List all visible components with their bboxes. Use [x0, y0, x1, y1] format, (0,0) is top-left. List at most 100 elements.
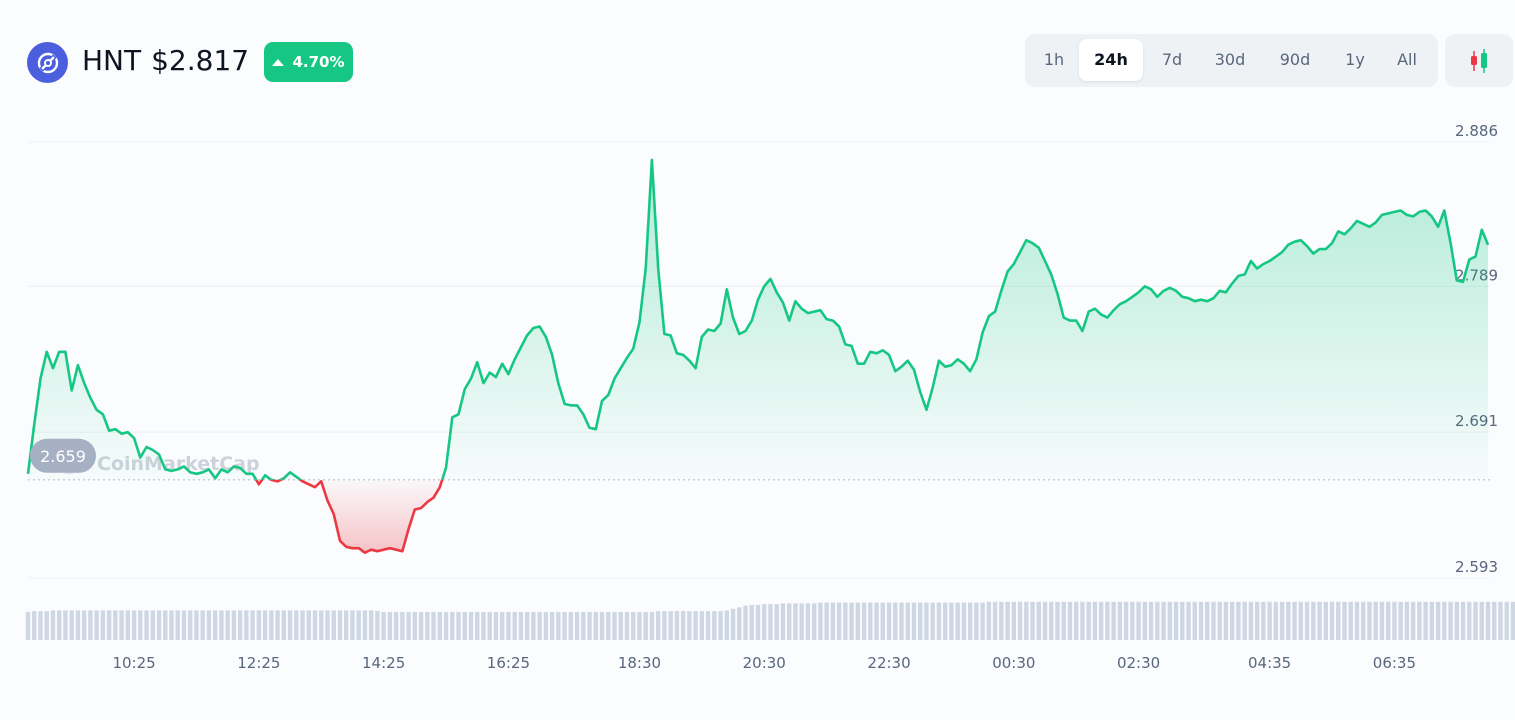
volume-bar — [593, 611, 598, 640]
volume-bar — [462, 611, 467, 640]
volume-bar — [1479, 601, 1484, 640]
volume-bar — [574, 611, 580, 640]
volume-bar — [206, 610, 212, 640]
volume-bar — [450, 611, 455, 640]
volume-bar — [306, 610, 311, 640]
volume-bar — [94, 610, 99, 640]
volume-bar — [1435, 601, 1441, 640]
volume-bar — [225, 610, 230, 640]
volume-bar — [712, 611, 717, 640]
volume-bar — [100, 610, 106, 640]
volume-bar — [1354, 601, 1360, 640]
volume-bar — [843, 602, 848, 640]
volume-bar — [718, 611, 723, 640]
volume-bar — [1442, 601, 1447, 640]
volume-bar — [418, 611, 424, 640]
volume-bar — [1136, 601, 1141, 640]
volume-bar — [1173, 601, 1179, 640]
volume-bar — [468, 611, 474, 640]
volume-bar — [1036, 601, 1041, 640]
volume-bar — [1192, 601, 1197, 640]
volume-bar — [256, 610, 262, 640]
volume-bar — [106, 610, 112, 640]
price-area-up — [28, 159, 1488, 480]
volume-bar — [774, 604, 779, 640]
volume-bar — [730, 608, 736, 640]
volume-bar — [75, 610, 81, 640]
volume-bar — [1167, 601, 1172, 640]
volume-bar — [1030, 601, 1035, 640]
volume-bar — [587, 611, 592, 640]
price-chart[interactable]: 2.8862.7892.6912.593 CoinMarketCap 2.659… — [0, 0, 1515, 720]
volume-bar — [1248, 601, 1254, 640]
volume-bar — [350, 610, 355, 640]
volume-bar — [131, 610, 137, 640]
volume-bar — [1155, 601, 1160, 640]
volume-bar — [1223, 601, 1229, 640]
volume-bar — [1261, 601, 1266, 640]
volume-bar — [1180, 601, 1185, 640]
volume-bar — [1454, 601, 1460, 640]
volume-bar — [1423, 601, 1428, 640]
volume-bar — [1342, 601, 1347, 640]
volume-bar — [762, 604, 767, 640]
volume-bar — [1011, 601, 1017, 640]
volume-bar — [1467, 601, 1472, 640]
volume-bar — [319, 610, 324, 640]
volume-bar — [1279, 601, 1285, 640]
volume-bar — [163, 610, 168, 640]
volume-bar — [612, 611, 617, 640]
volume-bar — [375, 611, 380, 640]
volume-bar — [518, 611, 524, 640]
y-tick-label: 2.593 — [1455, 558, 1498, 576]
volume-bar — [1267, 601, 1272, 640]
volume-bar — [543, 611, 549, 640]
volume-bar — [624, 611, 630, 640]
volume-bar — [1080, 601, 1085, 640]
volume-bar — [1242, 601, 1247, 640]
volume-bar — [400, 611, 405, 640]
volume-bar — [294, 610, 299, 640]
volume-bar — [999, 601, 1004, 640]
volume-bar — [1398, 601, 1403, 640]
volume-bar — [811, 603, 817, 640]
volume-bar — [1510, 601, 1515, 640]
volume-bar — [1417, 601, 1422, 640]
volume-bar — [780, 603, 786, 640]
reference-price-label: 2.659 — [40, 447, 86, 466]
volume-bar — [743, 605, 748, 640]
volume-bar — [830, 602, 836, 640]
volume-bar — [1385, 601, 1391, 640]
volume-bar — [1055, 601, 1060, 640]
volume-bar — [1024, 601, 1029, 640]
volume-bar — [81, 610, 87, 640]
volume-bar — [356, 610, 361, 640]
volume-bar — [499, 611, 505, 640]
volume-bar — [899, 602, 904, 640]
volume-bar — [1074, 601, 1079, 640]
volume-bar — [818, 602, 823, 640]
volume-bar — [930, 602, 935, 640]
volume-bar — [755, 604, 761, 640]
volume-bar — [69, 610, 74, 640]
volume-bar — [1105, 601, 1110, 640]
volume-bar — [649, 611, 655, 640]
volume-bar — [836, 602, 842, 640]
volume-bar — [967, 602, 973, 640]
volume-bar — [1117, 601, 1123, 640]
volume-bar — [1304, 601, 1310, 640]
volume-bar — [244, 610, 249, 640]
volume-bar — [1317, 601, 1322, 640]
volume-bar — [674, 611, 680, 640]
volume-bar — [212, 610, 218, 640]
volume-bar — [643, 611, 648, 640]
x-tick-label: 20:30 — [743, 654, 786, 672]
volume-bar — [63, 610, 68, 640]
volume-bar — [1142, 601, 1148, 640]
volume-bar — [918, 602, 923, 640]
volume-bar — [412, 611, 418, 640]
volume-bar — [924, 602, 929, 640]
volume-bar — [1273, 601, 1279, 640]
volume-bar — [531, 611, 536, 640]
x-axis: 10:25 12:25 14:25 16:25 18:30 20:30 22:30 00:30… — [112, 654, 1416, 672]
